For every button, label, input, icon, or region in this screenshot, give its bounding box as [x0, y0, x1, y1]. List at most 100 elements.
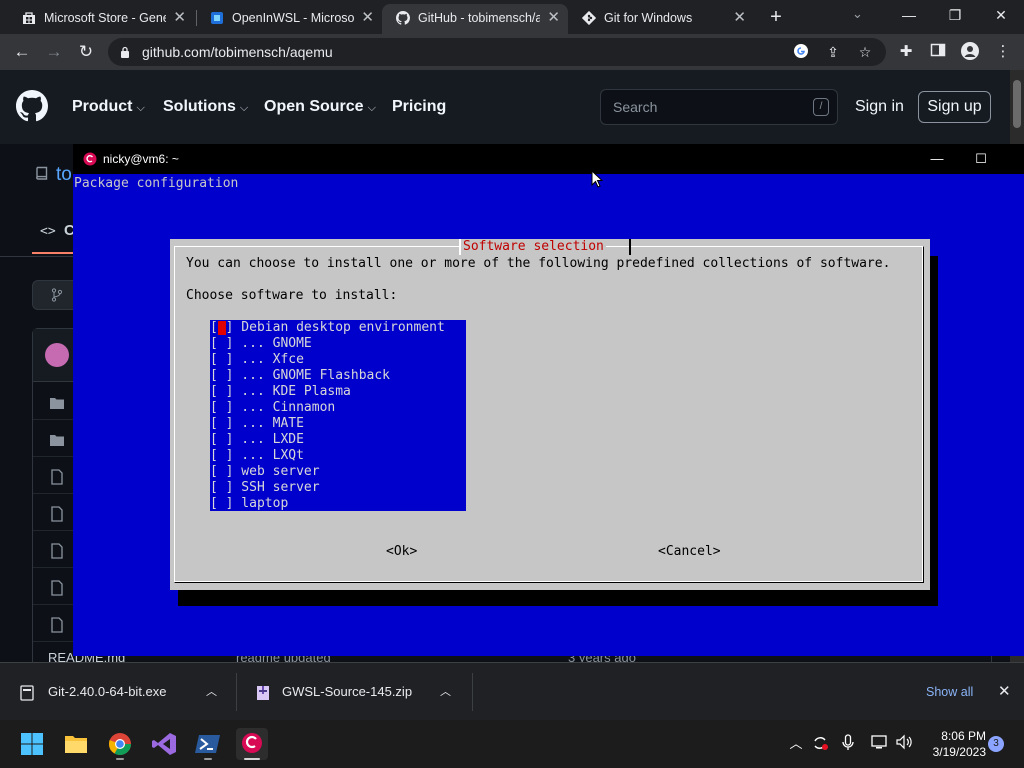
checklist-item-mate[interactable]: [ ] ... MATE [210, 416, 466, 432]
download-filename: Git-2.40.0-64-bit.exe [48, 684, 167, 699]
sign-up-button[interactable]: Sign up [918, 91, 991, 123]
tab-search-chevron-icon[interactable]: ⌄ [852, 6, 863, 22]
browser-toolbar: ← → ↻ github.com/tobimensch/aqemu ⇪ ☆ ✚ … [0, 34, 1024, 70]
microsoft-store-icon [23, 12, 35, 24]
zip-file-icon [257, 686, 269, 700]
powershell-icon[interactable] [192, 728, 224, 760]
software-selection-dialog: Software selection You can choose to ins… [170, 239, 930, 590]
restore-icon[interactable]: ❐ [933, 4, 977, 28]
file-explorer-icon[interactable] [60, 728, 92, 760]
checklist-item-laptop[interactable]: [ ] laptop [210, 496, 466, 512]
network-icon[interactable] [870, 734, 890, 754]
github-header: Product ⌵ Solutions ⌵ Open Source ⌵ Pricing… [0, 70, 1010, 144]
close-icon[interactable]: ✕ [361, 4, 374, 32]
nav-product[interactable]: Product ⌵ [72, 98, 145, 116]
checklist-item-ssh-server[interactable]: [ ] SSH server [210, 480, 466, 496]
checklist-item-gnome-flashback[interactable]: [ ] ... GNOME Flashback [210, 368, 466, 384]
divider [472, 673, 473, 711]
chevron-down-icon: ⌵ [136, 102, 145, 114]
repo-owner-link[interactable]: to [56, 164, 72, 186]
bookmark-star-icon[interactable]: ☆ [856, 43, 874, 61]
start-windows-icon[interactable] [16, 728, 48, 760]
search-placeholder: Search [613, 99, 658, 115]
chrome-icon[interactable] [104, 728, 136, 760]
active-tab-underline [32, 252, 74, 254]
sync-icon[interactable] [810, 734, 830, 754]
reload-icon[interactable]: ↻ [74, 40, 98, 64]
cancel-button[interactable]: <Cancel> [658, 544, 721, 559]
back-arrow-icon[interactable]: ← [10, 40, 34, 64]
forward-arrow-icon[interactable]: → [42, 40, 66, 64]
chevron-down-icon: ⌵ [239, 102, 249, 114]
notification-badge[interactable]: 3 [988, 736, 1004, 752]
checklist-item-kde-plasma[interactable]: [ ] ... KDE Plasma [210, 384, 466, 400]
checklist-item-web-server[interactable]: [ ] web server [210, 464, 466, 480]
nav-pricing[interactable]: Pricing [392, 98, 446, 116]
clock-date[interactable]: 3/19/2023 [922, 745, 986, 759]
url-text[interactable]: github.com/tobimensch/aqemu [142, 38, 333, 66]
microphone-icon[interactable] [838, 734, 858, 754]
clock-time[interactable]: 8:06 PM [930, 729, 986, 743]
github-logo-icon[interactable] [16, 90, 48, 122]
terminal-title-bar[interactable]: nicky@vm6: ~ — ☐ [73, 144, 1024, 174]
chevron-up-icon[interactable]: ︿ [206, 663, 217, 721]
google-icon[interactable] [792, 43, 810, 61]
code-icon: <> [40, 224, 56, 239]
tab-git-for-windows[interactable]: Git for Windows ✕ [568, 4, 754, 34]
address-bar[interactable]: github.com/tobimensch/aqemu ⇪ ☆ [108, 38, 886, 66]
dialog-description: You can choose to install one or more of… [186, 256, 891, 271]
close-icon[interactable]: ✕ [173, 4, 186, 32]
checklist-item-debian-desktop[interactable]: [ ] Debian desktop environment [210, 320, 466, 336]
extensions-icon[interactable]: ✚ [896, 42, 916, 62]
checklist-item-lxqt[interactable]: [ ] ... LXQt [210, 448, 466, 464]
checklist-item-lxde[interactable]: [ ] ... LXDE [210, 432, 466, 448]
close-icon[interactable]: ✕ [547, 4, 560, 32]
minimize-icon[interactable]: — [887, 4, 931, 28]
scrollbar-thumb[interactable] [1013, 80, 1021, 128]
windows-taskbar: ︿ 8:06 PM 3/19/2023 3 [0, 720, 1024, 768]
dialog-prompt: Choose software to install: [186, 288, 398, 303]
tab-label: Git for Windows [604, 11, 693, 25]
tab-microsoft-store[interactable]: Microsoft Store - Gene ✕ [8, 4, 194, 34]
checklist-item-cinnamon[interactable]: [ ] ... Cinnamon [210, 400, 466, 416]
debian-terminal-icon[interactable] [236, 728, 268, 760]
package-configuration-header: Package configuration [74, 176, 239, 191]
close-icon[interactable]: ✕ [733, 4, 746, 32]
avatar[interactable] [45, 343, 69, 367]
profile-icon[interactable] [960, 42, 980, 62]
folder-icon [50, 398, 64, 409]
close-window-icon[interactable]: ✕ [979, 4, 1023, 28]
folder-icon [50, 435, 64, 446]
slash-shortcut-key: / [813, 98, 829, 116]
running-indicator [116, 758, 124, 760]
show-all-downloads-link[interactable]: Show all [926, 663, 973, 721]
nav-solutions[interactable]: Solutions ⌵ [163, 98, 248, 116]
minimize-icon[interactable]: — [915, 144, 959, 174]
maximize-icon[interactable]: ☐ [959, 144, 1003, 174]
share-icon[interactable]: ⇪ [824, 43, 842, 61]
menu-kebab-icon[interactable]: ⋮ [993, 42, 1013, 62]
dialog-title: Software selection [461, 239, 606, 255]
sign-in-link[interactable]: Sign in [855, 98, 904, 116]
show-hidden-icons-chevron-icon[interactable]: ︿ [786, 734, 806, 754]
nav-open-source[interactable]: Open Source ⌵ [264, 98, 376, 116]
download-item-gwsl[interactable]: GWSL-Source-145.zip ︿ [236, 663, 472, 721]
lock-icon [121, 46, 129, 58]
close-icon[interactable]: ✕ [998, 663, 1011, 721]
ok-button[interactable]: <Ok> [386, 544, 417, 559]
terminal-window: nicky@vm6: ~ — ☐ Package configuration S… [73, 144, 1024, 656]
checklist-item-xfce[interactable]: [ ] ... Xfce [210, 352, 466, 368]
download-item-git[interactable]: Git-2.40.0-64-bit.exe ︿ [0, 663, 236, 721]
chevron-up-icon[interactable]: ︿ [440, 663, 451, 721]
new-tab-button[interactable]: + [762, 3, 790, 31]
github-search-input[interactable]: Search / [600, 89, 838, 125]
tab-openinwsl[interactable]: OpenInWSL - Microsoft ✕ [196, 4, 382, 34]
volume-icon[interactable] [894, 734, 914, 754]
software-checklist: [ ] Debian desktop environment [ ] ... G… [210, 320, 466, 511]
visual-studio-icon[interactable] [148, 728, 180, 760]
tab-github[interactable]: GitHub - tobimensch/a ✕ [382, 4, 568, 34]
checklist-item-gnome[interactable]: [ ] ... GNOME [210, 336, 466, 352]
side-panel-icon[interactable] [928, 42, 948, 62]
file-icon [51, 543, 63, 559]
github-icon [396, 11, 410, 25]
